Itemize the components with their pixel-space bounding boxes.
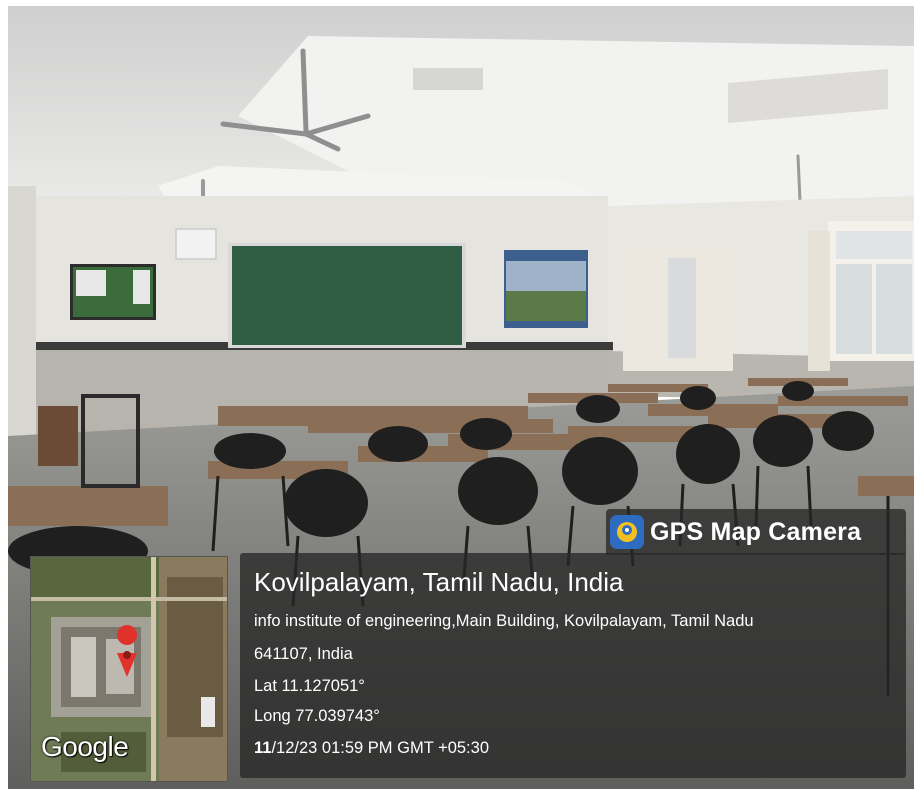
place-title: Kovilpalayam, Tamil Nadu, India xyxy=(254,567,624,597)
photo-frame: GPS Map Camera Google Kovilpalayam, Tami… xyxy=(0,0,920,795)
latitude: Lat 11.127051° xyxy=(254,677,365,695)
brand-label: GPS Map Camera xyxy=(650,517,862,546)
datetime-day: 11 xyxy=(254,739,272,757)
curtain-2 xyxy=(808,231,830,371)
satellite-map-thumbnail: Google xyxy=(30,556,228,782)
datetime: 11/12/23 01:59 PM GMT +05:30 xyxy=(254,739,489,758)
location-info-panel: Kovilpalayam, Tamil Nadu, India info ins… xyxy=(240,553,906,778)
ceiling-vent-2 xyxy=(413,68,483,90)
chalkboard xyxy=(232,246,462,345)
google-attribution: Google xyxy=(41,731,129,762)
datetime-rest: /12/23 01:59 PM GMT +05:30 xyxy=(271,739,489,757)
speaker xyxy=(175,228,217,260)
gps-map-camera-badge: GPS Map Camera xyxy=(606,509,906,555)
address-line-2: 641107, India xyxy=(254,645,353,663)
address-line-1: info institute of engineering,Main Build… xyxy=(254,612,754,630)
longitude: Long 77.039743° xyxy=(254,707,380,725)
side-cabinet xyxy=(38,406,78,466)
location-pin-icon xyxy=(117,625,138,645)
gps-camera-app-icon xyxy=(610,515,644,549)
